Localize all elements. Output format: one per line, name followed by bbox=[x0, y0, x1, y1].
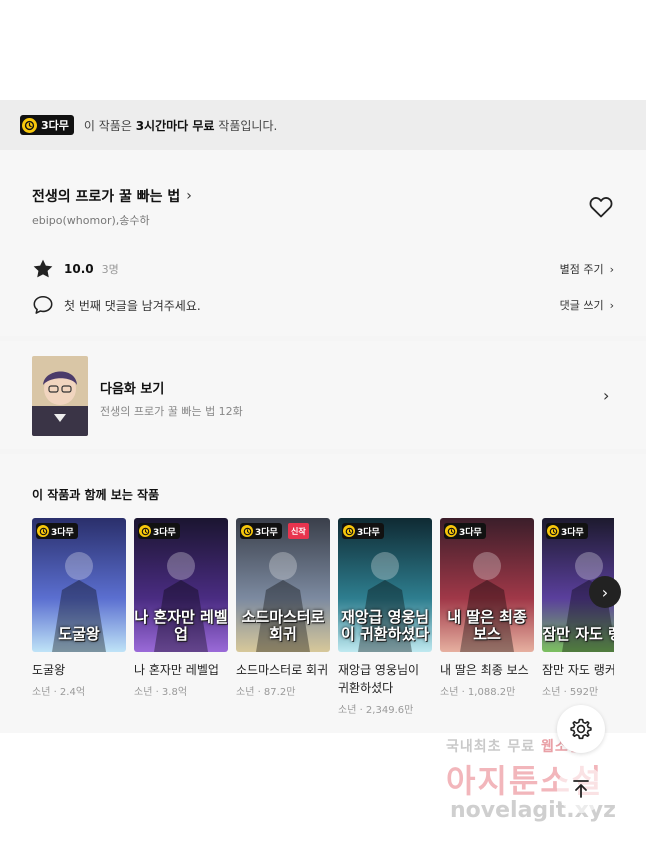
banner-text-prefix: 이 작품은 bbox=[83, 118, 136, 133]
recommendation-carousel: 3다무 도굴왕 도굴왕 소년 · 2.4억 3다무 나 혼자만 레벨업 나 혼자만 레벨업 소… bbox=[32, 518, 614, 728]
cover-title-art: 내 딸은 최종 보스 bbox=[447, 608, 527, 643]
rating-score: 10.0 bbox=[64, 262, 94, 276]
cover-title-art: 잠만 자도 랭커 bbox=[542, 624, 614, 643]
three-hour-free-badge: 3다무 bbox=[240, 523, 282, 539]
scroll-top-button[interactable] bbox=[557, 765, 605, 813]
free-banner: 3다무 이 작품은 3시간마다 무료 작품입니다. bbox=[0, 100, 646, 150]
recommendation-cover: 3다무 신작소드마스터로 회귀 bbox=[236, 518, 330, 652]
next-episode-thumbnail bbox=[32, 356, 88, 436]
three-hour-free-badge: 3다무 bbox=[20, 115, 74, 135]
work-info-section: 전생의 프로가 꿀 빠는 법 › ebipo(whomor),송수하 10.0 … bbox=[0, 150, 646, 336]
badge-label: 3다무 bbox=[357, 527, 380, 538]
recommendation-meta: 소년 · 2.4억 bbox=[32, 687, 86, 698]
banner-text-suffix: 작품입니다. bbox=[214, 118, 278, 133]
badge-label: 3다무 bbox=[255, 527, 278, 538]
next-episode-subtitle: 전생의 프로가 꿀 빠는 법 12화 bbox=[100, 405, 243, 418]
recommendation-meta: 소년 · 3.8억 bbox=[134, 687, 188, 698]
recommendation-title: 재앙급 영웅님이 귀환하셨다 bbox=[338, 663, 420, 695]
recommendation-title: 잠만 자도 랭커 bbox=[542, 663, 614, 677]
three-hour-free-badge: 3다무 bbox=[546, 523, 588, 539]
work-title: 전생의 프로가 꿀 빠는 법 bbox=[32, 189, 181, 205]
gear-icon bbox=[570, 718, 592, 740]
clock-icon bbox=[241, 525, 253, 537]
recommendation-title: 도굴왕 bbox=[32, 663, 66, 677]
badge-label: 3다무 bbox=[561, 527, 584, 538]
recommendation-meta: 소년 · 1,088.2만 bbox=[440, 687, 516, 698]
comment-bubble-icon bbox=[33, 295, 53, 314]
three-hour-free-badge: 3다무 bbox=[36, 523, 78, 539]
cover-title-art: 재앙급 영웅님이 귀환하셨다 bbox=[340, 608, 430, 643]
three-hour-free-badge: 3다무 bbox=[138, 523, 180, 539]
recommendation-cover: 3다무도굴왕 bbox=[32, 518, 126, 652]
recommendation-meta: 소년 · 592만 bbox=[542, 687, 599, 698]
recommendation-cover: 3다무재앙급 영웅님이 귀환하셨다 bbox=[338, 518, 432, 652]
clock-icon bbox=[343, 525, 355, 537]
recommendation-card[interactable]: 3다무잠만 자도 랭커잠만 자도 랭커소년 · 592만 bbox=[542, 518, 614, 698]
cover-title-art: 나 혼자만 레벨업 bbox=[134, 608, 228, 643]
next-episode-card[interactable]: 다음화 보기 전생의 프로가 꿀 빠는 법 12화 › bbox=[0, 341, 646, 449]
chevron-right-icon: › bbox=[186, 188, 192, 204]
cover-title-art: 소드마스터로 회귀 bbox=[241, 608, 325, 643]
recommendation-card[interactable]: 3다무 신작 소드마스터로 회귀 소드마스터로 회귀 소년 · 87.2만 bbox=[236, 518, 330, 698]
badge-label: 3다무 bbox=[153, 527, 176, 538]
write-comment-button[interactable]: 댓글 쓰기 › bbox=[560, 297, 614, 313]
banner-text-bold: 3시간마다 무료 bbox=[135, 118, 215, 133]
rating-row: 10.0 3명 별점 주기 › bbox=[32, 258, 614, 280]
badge-label: 3다무 bbox=[51, 527, 74, 538]
recommendation-title: 나 혼자만 레벨업 bbox=[134, 663, 219, 677]
cover-title-art: 도굴왕 bbox=[58, 624, 100, 643]
recommendation-cover: 3다무내 딸은 최종 보스 bbox=[440, 518, 534, 652]
recommendations-section: 이 작품과 함께 보는 작품 3다무 도굴왕 도굴왕 소년 · 2.4억 3다무 나 혼자… bbox=[0, 454, 646, 733]
recommendation-card[interactable]: 3다무 나 혼자만 레벨업 나 혼자만 레벨업 소년 · 3.8억 bbox=[134, 518, 228, 698]
clock-icon bbox=[37, 525, 49, 537]
three-hour-free-badge: 3다무 bbox=[444, 523, 486, 539]
rating-count: 3명 bbox=[101, 263, 119, 276]
rate-button[interactable]: 별점 주기 › bbox=[560, 261, 614, 277]
recommendation-card[interactable]: 3다무 내 딸은 최종 보스 내 딸은 최종 보스 소년 · 1,088.2만 bbox=[440, 518, 534, 698]
work-authors: ebipo(whomor),송수하 bbox=[32, 214, 150, 227]
arrow-up-icon bbox=[573, 780, 589, 798]
recommendation-cover: 3다무나 혼자만 레벨업 bbox=[134, 518, 228, 652]
clock-icon bbox=[445, 525, 457, 537]
clock-icon bbox=[22, 117, 37, 133]
recommendation-card[interactable]: 3다무 도굴왕 도굴왕 소년 · 2.4억 bbox=[32, 518, 126, 698]
star-icon bbox=[33, 259, 53, 278]
chevron-right-icon: › bbox=[609, 262, 614, 276]
new-series-tag: 신작 bbox=[288, 523, 309, 539]
clock-icon bbox=[547, 525, 559, 537]
recommendation-meta: 소년 · 2,349.6만 bbox=[338, 705, 414, 716]
carousel-next-button[interactable]: › bbox=[589, 576, 621, 608]
free-banner-text: 이 작품은 3시간마다 무료 작품입니다. bbox=[84, 117, 277, 134]
clock-icon bbox=[139, 525, 151, 537]
comic-detail-page: 3다무 이 작품은 3시간마다 무료 작품입니다. 전생의 프로가 꿀 빠는 법… bbox=[0, 0, 646, 850]
recommendation-title: 소드마스터로 회귀 bbox=[236, 663, 329, 677]
recommendation-meta: 소년 · 87.2만 bbox=[236, 687, 296, 698]
recommendation-card[interactable]: 3다무 재앙급 영웅님이 귀환하셨다 재앙급 영웅님이 귀환하셨다 소년 · 2,34… bbox=[338, 518, 432, 716]
watermark-line1-prefix: 국내최초 무료 bbox=[446, 739, 542, 755]
comment-prompt: 첫 번째 댓글을 남겨주세요. bbox=[64, 298, 201, 313]
recommendation-title: 내 딸은 최종 보스 bbox=[440, 663, 529, 677]
badge-label: 3다무 bbox=[41, 119, 69, 132]
heart-icon[interactable] bbox=[588, 195, 614, 219]
work-title-link[interactable]: 전생의 프로가 꿀 빠는 법 › bbox=[32, 186, 192, 206]
badge-label: 3다무 bbox=[459, 527, 482, 538]
settings-button[interactable] bbox=[557, 705, 605, 753]
rate-button-label: 별점 주기 bbox=[559, 263, 604, 276]
chevron-right-icon: › bbox=[603, 386, 610, 405]
three-hour-free-badge: 3다무 bbox=[342, 523, 384, 539]
recommendations-heading: 이 작품과 함께 보는 작품 bbox=[32, 488, 160, 502]
comment-row: 첫 번째 댓글을 남겨주세요. 댓글 쓰기 › bbox=[32, 294, 614, 316]
write-comment-label: 댓글 쓰기 bbox=[559, 299, 604, 312]
chevron-right-icon: › bbox=[609, 298, 614, 312]
chevron-right-icon: › bbox=[601, 582, 609, 602]
next-episode-title: 다음화 보기 bbox=[100, 382, 165, 397]
